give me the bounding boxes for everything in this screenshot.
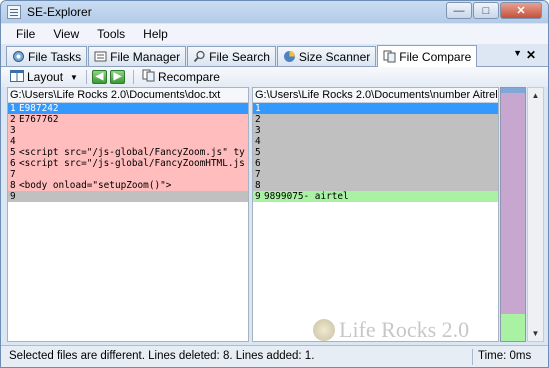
left-line[interactable]: 3 — [8, 125, 248, 136]
status-time: Time: 0ms — [478, 350, 532, 362]
recompare-label: Recompare — [157, 70, 220, 84]
recompare-button[interactable]: Recompare — [139, 69, 223, 85]
tab-strip: File Tasks File Manager File Search Size… — [1, 44, 548, 67]
scroll-up-icon[interactable]: ▲ — [528, 88, 543, 103]
chevron-down-icon: ▼ — [70, 72, 78, 82]
menu-view[interactable]: View — [44, 27, 88, 41]
pie-chart-icon — [283, 50, 296, 63]
title-bar: SE-Explorer — □ ✕ — [1, 1, 548, 23]
toolbar: Layout ▼ ◀ ▶ Recompare — [1, 67, 548, 87]
left-file-pane[interactable]: G:\Users\Life Rocks 2.0\Documents\doc.tx… — [7, 87, 249, 342]
left-line[interactable]: 1 E987242 — [8, 103, 248, 114]
difference-overview-bar[interactable] — [500, 87, 526, 342]
tab-file-manager[interactable]: File Manager — [88, 46, 187, 66]
layout-button[interactable]: Layout ▼ — [7, 69, 81, 85]
arrow-left-icon: ◀ — [95, 71, 104, 82]
left-line[interactable]: 4 — [8, 136, 248, 147]
tab-size-scanner[interactable]: Size Scanner — [276, 46, 377, 66]
menu-file[interactable]: File — [7, 27, 44, 41]
right-line[interactable]: 9 9899075- airtel — [253, 191, 498, 202]
right-line[interactable]: 3 — [253, 125, 498, 136]
close-button[interactable]: ✕ — [500, 2, 542, 19]
right-file-path: G:\Users\Life Rocks 2.0\Documents\number… — [253, 88, 498, 103]
menu-help[interactable]: Help — [134, 27, 177, 41]
tab-label: Size Scanner — [298, 49, 371, 64]
left-line[interactable]: 9 — [8, 191, 248, 202]
app-icon — [7, 5, 21, 19]
left-file-path: G:\Users\Life Rocks 2.0\Documents\doc.tx… — [8, 88, 248, 103]
left-line[interactable]: 5 <script src="/js-global/FancyZoom.js" t… — [8, 147, 248, 158]
vertical-scrollbar[interactable]: ▲ ▼ — [527, 87, 544, 342]
right-file-pane[interactable]: G:\Users\Life Rocks 2.0\Documents\number… — [252, 87, 499, 342]
scroll-down-icon[interactable]: ▼ — [528, 326, 543, 341]
watermark-text: Life Rocks 2.0 — [339, 317, 470, 342]
right-line[interactable]: 4 — [253, 136, 498, 147]
tab-label: File Compare — [399, 49, 472, 64]
arrow-right-icon: ▶ — [113, 71, 122, 82]
window-title: SE-Explorer — [27, 5, 92, 19]
overview-added-marker — [501, 314, 525, 341]
maximize-button[interactable]: □ — [473, 2, 499, 19]
search-icon — [193, 50, 206, 63]
close-tab-icon[interactable]: ✕ — [526, 48, 536, 62]
right-line[interactable]: 2 — [253, 114, 498, 125]
tab-label: File Manager — [110, 49, 181, 64]
status-separator — [472, 349, 473, 365]
compare-icon — [383, 50, 396, 63]
tab-file-compare[interactable]: File Compare — [377, 45, 478, 67]
right-line[interactable]: 1 — [253, 103, 498, 114]
layout-label: Layout — [27, 70, 64, 84]
menu-bar: File View Tools Help — [1, 24, 548, 44]
minimize-button[interactable]: — — [446, 2, 472, 19]
right-line[interactable]: 5 — [253, 147, 498, 158]
right-line[interactable]: 6 — [253, 158, 498, 169]
tab-label: File Search — [209, 49, 270, 64]
right-line[interactable]: 7 — [253, 169, 498, 180]
left-line[interactable]: 7 — [8, 169, 248, 180]
app-window: SE-Explorer — □ ✕ File View Tools Help F… — [0, 0, 549, 368]
toolbar-separator — [85, 70, 87, 84]
folder-icon — [94, 50, 107, 63]
next-difference-button[interactable]: ▶ — [109, 70, 125, 84]
watermark-logo-icon — [313, 319, 335, 341]
pin-icon[interactable]: ▼ — [513, 48, 522, 58]
previous-difference-button[interactable]: ◀ — [91, 70, 107, 84]
menu-tools[interactable]: Tools — [88, 27, 134, 41]
watermark: Life Rocks 2.0 — [313, 317, 469, 343]
right-line[interactable]: 8 — [253, 180, 498, 191]
tasks-icon — [12, 50, 25, 63]
left-line[interactable]: 6 <script src="/js-global/FancyZoomHTML.j… — [8, 158, 248, 169]
recompare-icon — [142, 69, 155, 85]
toolbar-separator — [132, 70, 134, 84]
overview-selected-marker — [501, 88, 525, 93]
status-message: Selected files are different. Lines dele… — [9, 350, 315, 362]
tab-label: File Tasks — [28, 49, 82, 64]
status-bar: Selected files are different. Lines dele… — [1, 345, 548, 367]
left-line[interactable]: 2 E767762 — [8, 114, 248, 125]
tab-file-tasks[interactable]: File Tasks — [6, 46, 88, 66]
layout-icon — [10, 69, 24, 85]
left-line[interactable]: 8 <body onload="setupZoom()"> — [8, 180, 248, 191]
tab-file-search[interactable]: File Search — [187, 46, 276, 66]
window-controls: — □ ✕ — [446, 2, 542, 19]
